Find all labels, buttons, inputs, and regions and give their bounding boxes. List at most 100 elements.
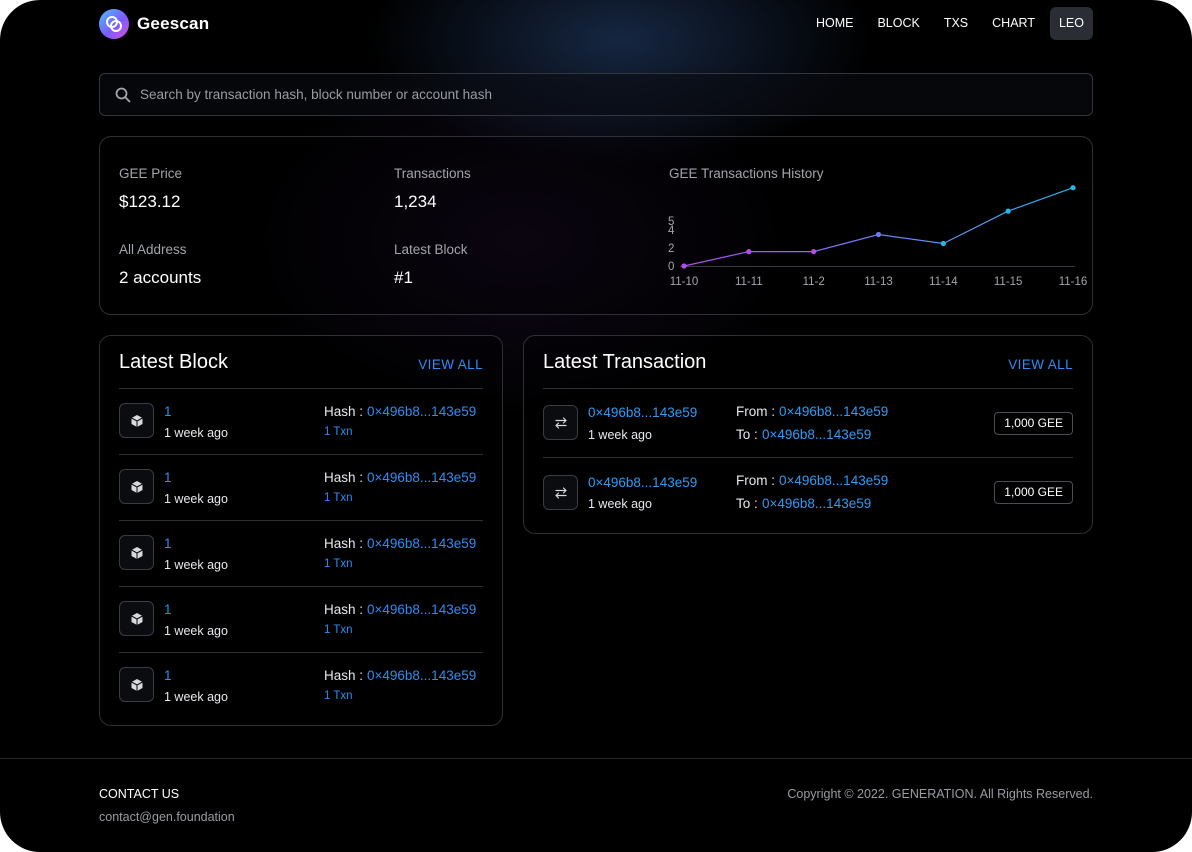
amount-badge: 1,000 GEE [994, 481, 1073, 504]
cube-icon [119, 535, 154, 570]
data-point [940, 240, 946, 247]
gee-price-value: $123.12 [119, 192, 181, 211]
nav-chart[interactable]: CHART [983, 7, 1044, 40]
block-age: 1 week ago [164, 690, 228, 704]
block-hash-link[interactable]: 0×496b8...143e59 [367, 668, 476, 683]
latest-block-value: #1 [394, 268, 413, 287]
stats-card: GEE Price $123.12 Transactions 1,234 All… [99, 136, 1093, 315]
x-tick-label: 11-2 [803, 276, 825, 288]
from-label: From : [736, 404, 775, 419]
search-input[interactable] [140, 87, 1092, 102]
copyright-text: Copyright © 2022. GENERATION. All Rights… [787, 787, 1093, 801]
block-number-link[interactable]: 1 [164, 404, 172, 419]
block-number-link[interactable]: 1 [164, 668, 172, 683]
divider [119, 454, 483, 455]
hash-label: Hash : [324, 536, 364, 551]
block-number-link[interactable]: 1 [164, 470, 172, 485]
hash-label: Hash : [324, 602, 364, 617]
contact-title: CONTACT US [99, 787, 180, 801]
all-address-value: 2 accounts [119, 268, 202, 287]
data-point [811, 249, 817, 255]
tx-hash-link[interactable]: 0×496b8...143e59 [588, 475, 697, 490]
y-tick-label: 5 [668, 216, 674, 228]
hash-label: Hash : [324, 404, 364, 419]
block-hash-link[interactable]: 0×496b8...143e59 [367, 404, 476, 419]
cube-icon [119, 469, 154, 504]
brand-logo[interactable]: Geescan [99, 9, 209, 39]
txn-count-link[interactable]: 1 Txn [324, 624, 353, 636]
brand-name: Geescan [137, 14, 210, 33]
cube-icon [119, 601, 154, 636]
block-age: 1 week ago [164, 492, 228, 506]
cube-icon [119, 403, 154, 438]
series-line [683, 187, 1074, 267]
view-all-blocks-link[interactable]: VIEW ALL [418, 357, 483, 372]
hash-label: Hash : [324, 470, 364, 485]
block-hash-link[interactable]: 0×496b8...143e59 [367, 470, 476, 485]
from-address-link[interactable]: 0×496b8...143e59 [779, 404, 888, 419]
y-tick-label: 0 [668, 261, 674, 273]
divider [119, 586, 483, 587]
x-tick-label: 11-14 [929, 276, 958, 288]
view-all-transactions-link[interactable]: VIEW ALL [1008, 357, 1073, 372]
latest-block-title: Latest Block [119, 351, 228, 373]
block-hash-link[interactable]: 0×496b8...143e59 [367, 536, 476, 551]
search-icon [115, 87, 131, 102]
tx-age: 1 week ago [588, 497, 652, 511]
txn-count-link[interactable]: 1 Txn [324, 426, 353, 438]
to-label: To : [736, 427, 758, 442]
transactions-value: 1,234 [394, 192, 437, 211]
x-tick-label: 11-11 [735, 276, 763, 288]
to-address-link[interactable]: 0×496b8...143e59 [762, 427, 871, 442]
divider [119, 652, 483, 653]
block-hash-link[interactable]: 0×496b8...143e59 [367, 602, 476, 617]
txn-count-link[interactable]: 1 Txn [324, 690, 353, 702]
latest-block-label: Latest Block [394, 242, 468, 257]
app-frame: Geescan HOME BLOCK TXS CHART LEO GEE Pri… [0, 0, 1192, 852]
amount-badge: 1,000 GEE [994, 412, 1073, 435]
divider [119, 520, 483, 521]
from-label: From : [736, 473, 775, 488]
search-bar [99, 73, 1093, 116]
all-address-label: All Address [119, 242, 187, 257]
data-point [875, 231, 882, 238]
nav-txs[interactable]: TXS [935, 7, 977, 40]
to-address-link[interactable]: 0×496b8...143e59 [762, 496, 871, 511]
hash-label: Hash : [324, 668, 364, 683]
data-point [681, 263, 687, 269]
latest-block-panel: Latest Block VIEW ALL 1 1 week ago Hash … [99, 335, 503, 726]
latest-transaction-panel: Latest Transaction VIEW ALL 0×496b8...14… [523, 335, 1093, 534]
txn-count-link[interactable]: 1 Txn [324, 558, 353, 570]
user-menu-button[interactable]: LEO [1049, 7, 1093, 40]
geescan-logo-icon [99, 9, 129, 39]
transactions-label: Transactions [394, 166, 471, 181]
to-label: To : [736, 496, 758, 511]
divider [543, 457, 1073, 458]
from-address-link[interactable]: 0×496b8...143e59 [779, 473, 888, 488]
tx-age: 1 week ago [588, 428, 652, 442]
swap-arrows-icon [543, 405, 578, 440]
contact-email-link[interactable]: contact@gen.foundation [99, 810, 235, 824]
swap-arrows-icon [543, 475, 578, 510]
data-point [746, 249, 752, 255]
gee-price-label: GEE Price [119, 166, 183, 181]
top-nav: HOME BLOCK TXS CHART LEO [807, 7, 1093, 40]
footer-divider [0, 758, 1192, 759]
nav-home[interactable]: HOME [807, 7, 863, 40]
x-tick-label: 11-15 [994, 276, 1023, 288]
latest-transaction-title: Latest Transaction [543, 351, 707, 373]
divider [543, 388, 1073, 389]
txn-count-link[interactable]: 1 Txn [324, 492, 353, 504]
tx-hash-link[interactable]: 0×496b8...143e59 [588, 405, 697, 420]
nav-block[interactable]: BLOCK [868, 7, 928, 40]
x-tick-label: 11-13 [864, 276, 893, 288]
block-number-link[interactable]: 1 [164, 602, 172, 617]
x-tick-label: 11-10 [670, 276, 699, 288]
transactions-history-chart: 024511-10 11-11 11-2 11-13 11-14 11-15 11-16 [668, 185, 1087, 288]
block-number-link[interactable]: 1 [164, 536, 172, 551]
y-tick-label: 2 [668, 243, 674, 255]
cube-icon [119, 667, 154, 702]
divider [119, 388, 483, 389]
block-age: 1 week ago [164, 426, 228, 440]
block-age: 1 week ago [164, 624, 228, 638]
